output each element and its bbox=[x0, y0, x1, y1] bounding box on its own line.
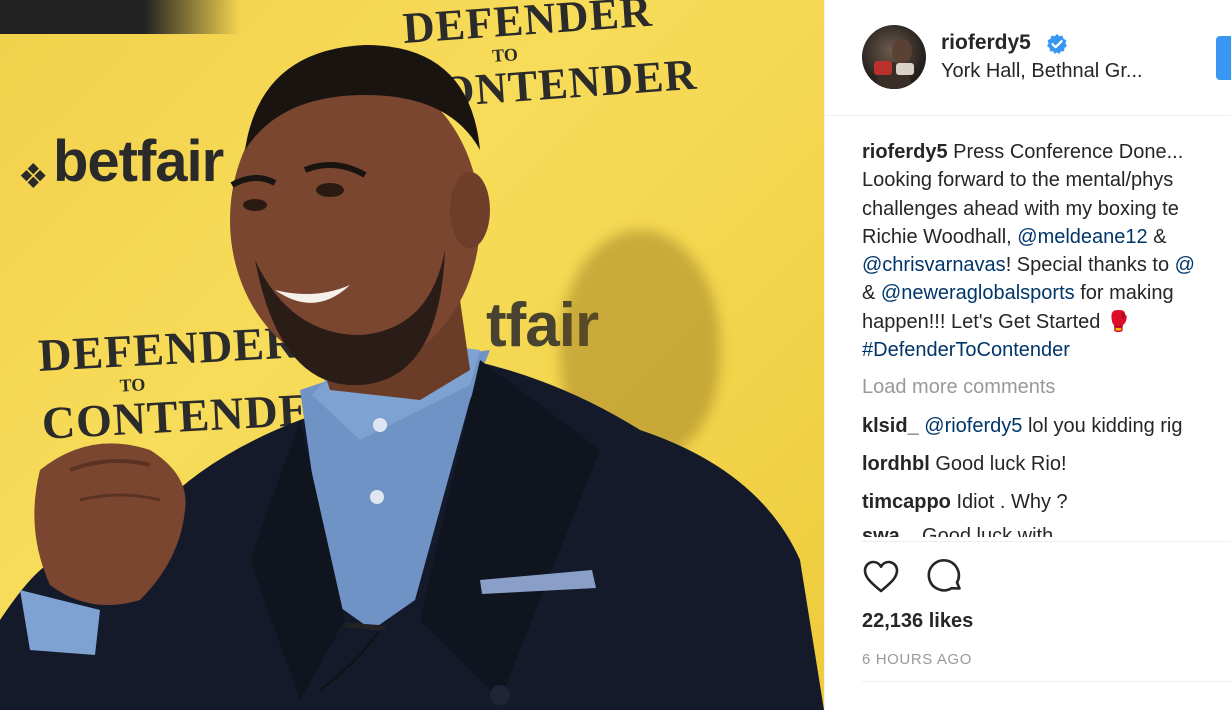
comment-text: lol you kidding rig bbox=[1022, 415, 1183, 438]
mention-link[interactable]: @rioferdy5 bbox=[924, 415, 1022, 437]
follow-button[interactable] bbox=[1216, 36, 1231, 80]
caption-text: & bbox=[1147, 225, 1167, 248]
caption-line: #DefenderToContender bbox=[862, 336, 1231, 364]
caption-line: happen!!! Let's Get Started 🥊 bbox=[862, 310, 1131, 333]
caption-text: ! Special thanks to bbox=[1005, 254, 1175, 277]
comment-username[interactable]: timcappo bbox=[862, 491, 951, 513]
caption-line: @chrisvarnavas! Special thanks to @ bbox=[862, 251, 1231, 279]
post-header: rioferdy5 York Hall, Bethnal Gr... bbox=[825, 0, 1231, 116]
avatar[interactable] bbox=[862, 25, 926, 89]
avatar-image bbox=[874, 39, 914, 89]
hashtag-link[interactable]: #DefenderToContender bbox=[862, 339, 1070, 361]
post-sidebar: rioferdy5 York Hall, Bethnal Gr... riofe… bbox=[824, 0, 1231, 710]
caption-line: Looking forward to the mental/phys bbox=[862, 169, 1174, 192]
caption-text: Richie Woodhall, bbox=[862, 225, 1018, 248]
comment-text: Good luck Rio! bbox=[935, 453, 1067, 476]
comment: klsid_ @rioferdy5 lol you kidding rig bbox=[862, 407, 1231, 445]
comment-text: Good luck with bbox=[922, 525, 1054, 538]
divider bbox=[862, 681, 1231, 682]
caption-text: & bbox=[862, 282, 881, 305]
post-caption: rioferdy5 Press Conference Done... Looki… bbox=[862, 138, 1231, 364]
likes-count[interactable]: 22,136 likes bbox=[862, 610, 973, 633]
heart-icon[interactable] bbox=[862, 558, 900, 596]
caption-text: Press Conference Done... bbox=[947, 141, 1184, 163]
post-photo[interactable]: ❖ betfair tfair DEFENDER TO CONTENDER DE… bbox=[0, 0, 824, 710]
comment-icon[interactable] bbox=[926, 558, 964, 596]
comment-username[interactable]: swa... bbox=[862, 525, 916, 537]
divider bbox=[862, 541, 1231, 542]
post-username[interactable]: rioferdy5 bbox=[941, 31, 1031, 55]
caption-line: & @neweraglobalsports for making bbox=[862, 279, 1231, 307]
caption-line: challenges ahead with my boxing te bbox=[862, 197, 1179, 220]
caption-text: for making bbox=[1074, 282, 1174, 305]
post-location[interactable]: York Hall, Bethnal Gr... bbox=[941, 60, 1143, 83]
comment: lordhbl Good luck Rio! bbox=[862, 445, 1231, 483]
comment-partial: swa... Good luck with bbox=[862, 517, 1231, 537]
mention-link[interactable]: @meldeane12 bbox=[1017, 226, 1147, 248]
comment-username[interactable]: klsid_ bbox=[862, 415, 919, 437]
comment-username[interactable]: lordhbl bbox=[862, 453, 930, 475]
caption-line: Richie Woodhall, @meldeane12 & bbox=[862, 223, 1231, 251]
comments-area: rioferdy5 Press Conference Done... Looki… bbox=[862, 138, 1231, 543]
post-timestamp[interactable]: 6 HOURS AGO bbox=[862, 651, 972, 668]
comment-text: Idiot . Why ? bbox=[956, 491, 1068, 514]
verified-badge-icon bbox=[1047, 34, 1067, 54]
comment: timcappo Idiot . Why ? bbox=[862, 483, 1231, 521]
mention-link[interactable]: @chrisvarnavas bbox=[862, 254, 1006, 276]
person-illustration bbox=[0, 45, 824, 710]
caption-line: rioferdy5 Press Conference Done... bbox=[862, 138, 1231, 166]
load-more-comments-button[interactable]: Load more comments bbox=[862, 376, 1231, 399]
caption-username[interactable]: rioferdy5 bbox=[862, 141, 948, 163]
mention-link[interactable]: @ bbox=[1175, 254, 1195, 276]
mention-link[interactable]: @neweraglobalsports bbox=[881, 282, 1075, 304]
